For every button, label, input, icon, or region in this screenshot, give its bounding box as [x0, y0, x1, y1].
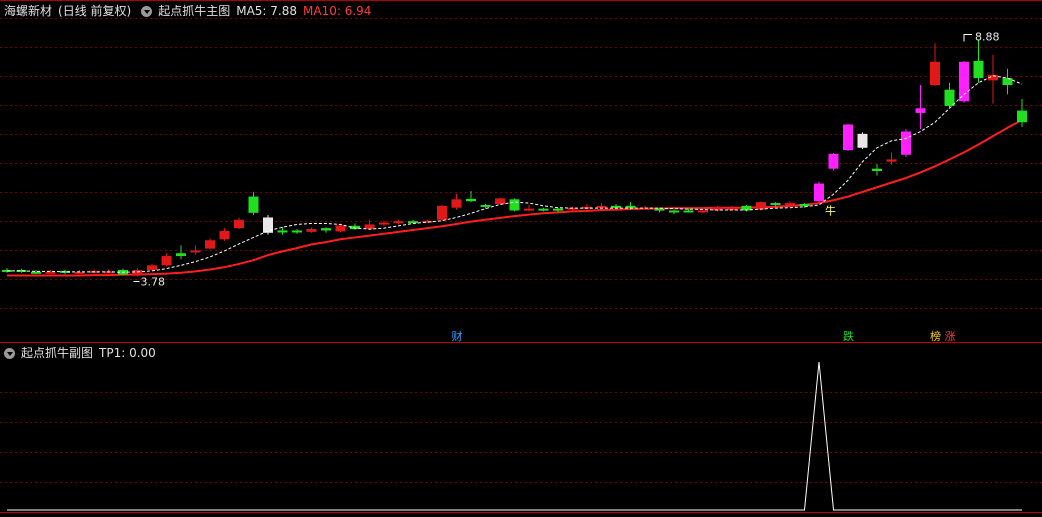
sub-indicator-name[interactable]: 起点抓牛副图: [21, 345, 93, 361]
candle: [538, 208, 549, 211]
main-indicator-name[interactable]: 起点抓牛主图: [158, 3, 230, 19]
tp1-value: TP1: 0.00: [99, 346, 156, 360]
dropdown-icon[interactable]: [141, 5, 153, 17]
candle: [843, 124, 853, 151]
event-tag[interactable]: 榜: [929, 330, 942, 343]
candle: [45, 271, 56, 274]
candle: [190, 250, 201, 253]
candle: [886, 159, 897, 162]
candle: [480, 204, 491, 207]
candle: [1017, 110, 1027, 123]
signal-label: 牛: [825, 203, 836, 217]
event-tag[interactable]: 涨: [944, 330, 957, 343]
candle: [335, 225, 346, 232]
candle: [205, 240, 215, 249]
candle: [596, 205, 607, 208]
stock-name: 海螺新材: [4, 4, 53, 18]
ma5-value: MA5: 7.88: [236, 4, 297, 18]
high-price-label: 8.88: [975, 31, 1000, 44]
candle: [654, 208, 665, 211]
candle: [785, 203, 795, 206]
candle: [915, 108, 926, 113]
candle: [393, 221, 404, 224]
period-label: (日线 前复权): [58, 4, 132, 18]
candle: [248, 196, 259, 213]
candle: [973, 60, 984, 79]
candle: [379, 222, 389, 225]
event-tag[interactable]: 跌: [842, 330, 855, 343]
candle: [277, 230, 288, 233]
candle: [292, 230, 302, 233]
candle: [161, 256, 172, 266]
dropdown-icon[interactable]: [4, 347, 15, 359]
candle: [611, 205, 621, 208]
low-price-label: 3.78: [141, 275, 166, 288]
candle: [147, 265, 157, 270]
candle: [437, 205, 447, 220]
candle: [306, 229, 317, 232]
candle: [553, 208, 563, 211]
candle: [799, 203, 810, 206]
candle: [509, 199, 520, 211]
candle: [625, 205, 636, 208]
sub-header: 起点抓牛副图 TP1: 0.00: [4, 345, 156, 361]
candle: [31, 271, 41, 274]
high-marker: [963, 34, 972, 42]
candle: [451, 199, 462, 208]
candle: [176, 253, 186, 257]
candle: [219, 230, 230, 240]
tp1-line: [7, 361, 1022, 511]
kline-chart[interactable]: 3.78 8.88 牛: [0, 0, 1042, 517]
candle: [959, 61, 969, 102]
candle: [683, 210, 694, 213]
candle: [495, 198, 505, 204]
candle: [930, 61, 940, 86]
candle: [466, 198, 476, 202]
candle: [828, 153, 839, 169]
main-header: 海螺新材 (日线 前复权) 起点抓牛主图 MA5: 7.88 MA10: 6.9…: [4, 3, 371, 19]
candle: [321, 228, 331, 231]
candle: [669, 210, 679, 213]
candle: [857, 133, 868, 148]
event-tag[interactable]: 财: [451, 330, 464, 343]
candle: [524, 208, 534, 211]
candle: [408, 221, 418, 224]
candle: [901, 131, 911, 155]
ma10-value: MA10: 6.94: [303, 4, 372, 18]
candle: [770, 203, 781, 206]
ma10-line: [7, 119, 1023, 277]
candle: [1002, 78, 1013, 86]
candle: [814, 183, 824, 202]
ma5-line: [7, 75, 1023, 273]
candle: [698, 210, 708, 213]
candle: [944, 89, 955, 106]
candle: [756, 202, 766, 210]
candle: [872, 168, 882, 171]
candle: [234, 219, 244, 229]
